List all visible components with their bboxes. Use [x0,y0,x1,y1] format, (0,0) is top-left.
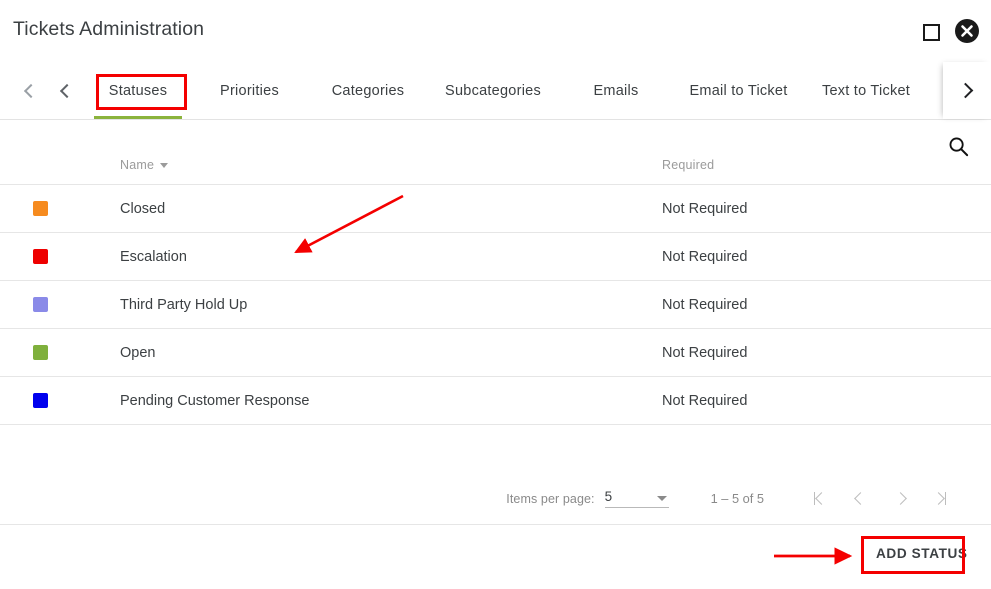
close-circle-glyph [955,19,979,43]
window-title-bar: Tickets Administration [0,0,991,62]
tab-text-to-ticket[interactable]: Text to Ticket [804,62,928,119]
items-per-page-label: Items per page: [506,491,595,506]
row-right-gutter [939,281,991,328]
tab-priorities[interactable]: Priorities [190,62,309,119]
cell-required: Not Required [662,296,748,313]
status-color-swatch [33,344,48,360]
column-header-required-label: Required [662,158,715,172]
chevron-left-icon [815,492,829,505]
cell-required: Not Required [662,392,748,409]
table-row[interactable]: Third Party Hold Up Not Required [0,280,991,328]
page-title: Tickets Administration [13,18,205,40]
tab-statuses[interactable]: Statuses [86,62,190,119]
table-body: Closed Not Required Escalation Not Requi… [0,184,991,425]
column-header-name[interactable]: Name [120,158,169,172]
last-page-icon [931,492,947,505]
table-row-content: Third Party Hold Up Not Required [0,281,939,328]
restore-window-glyph [922,23,940,41]
add-status-button[interactable]: ADD STATUS [866,537,978,569]
chevron-left-icon [853,492,867,505]
page-range-label: 1 – 5 of 5 [710,491,764,506]
tab-subcategories[interactable]: Subcategories [427,62,559,119]
chevron-right-icon [931,492,945,505]
tab-scroll-back-button[interactable] [48,62,82,119]
footer-actions: ADD STATUS [0,525,991,589]
tab-label: Categories [331,82,405,99]
paginator-controls: Items per page: 5 1 – 5 of 5 [506,472,960,525]
status-color-swatch [33,200,48,216]
cell-name: Pending Customer Response [120,392,310,409]
tab-label: Text to Ticket [821,82,911,99]
table-header-row: Name Required [0,120,991,184]
sort-descending-icon [160,162,169,168]
table-row-content: Open Not Required [0,329,939,376]
chevron-left-icon [59,83,74,98]
cell-name: Open [120,344,156,361]
cell-name: Escalation [120,248,187,265]
next-page-button[interactable] [880,479,920,519]
row-right-gutter [939,377,991,424]
tab-label: Subcategories [445,82,541,99]
tab-email-to-ticket[interactable]: Email to Ticket [673,62,804,119]
cell-required: Not Required [662,344,748,361]
cell-required: Not Required [662,248,748,265]
cell-required: Not Required [662,200,748,217]
tab-emails[interactable]: Emails [559,62,673,119]
table-row[interactable]: Open Not Required [0,328,991,376]
table-row[interactable]: Escalation Not Required [0,232,991,280]
status-color-swatch [33,248,48,264]
last-page-button[interactable] [920,479,960,519]
row-right-gutter [939,329,991,376]
table-row-content: Escalation Not Required [0,233,939,280]
cell-name: Closed [120,200,166,217]
paginator: Items per page: 5 1 – 5 of 5 [0,472,991,525]
tickets-administration-window: Tickets Administration Statuses Prioriti… [0,0,991,589]
column-header-name-label: Name [120,158,155,172]
chevron-right-icon [957,82,974,99]
status-color-swatch [33,296,48,312]
table-row[interactable]: Pending Customer Response Not Required [0,376,991,424]
tab-categories[interactable]: Categories [309,62,427,119]
tab-label: Emails [593,82,639,99]
statuses-table: Name Required Closed Not Required Escala [0,120,991,425]
close-circle-icon[interactable] [954,18,980,44]
first-page-icon [813,492,829,505]
tab-bar: Statuses Priorities Categories Subcatego… [0,62,991,120]
tab-scroll-forward-button[interactable] [943,62,991,119]
cell-name: Third Party Hold Up [120,296,248,313]
chevron-right-icon [893,492,907,505]
first-page-button[interactable] [800,479,840,519]
row-right-gutter [939,233,991,280]
items-per-page-value: 5 [604,489,613,504]
status-color-swatch [33,392,48,408]
row-right-gutter [939,185,991,232]
table-row-content: Pending Customer Response Not Required [0,377,939,424]
tab-label: Priorities [220,82,279,99]
tab-label: Statuses [108,82,168,99]
table-row[interactable]: Closed Not Required [0,184,991,232]
chevron-left-icon [23,83,38,98]
items-per-page-select[interactable]: 5 [604,489,669,508]
tab-list: Statuses Priorities Categories Subcatego… [86,62,928,119]
tab-scroll-back-first-button[interactable] [12,62,46,119]
previous-page-button[interactable] [840,479,880,519]
tab-label: Email to Ticket [689,82,788,99]
chevron-down-icon [656,496,667,501]
table-row-content: Closed Not Required [0,185,939,232]
column-header-required: Required [662,158,714,172]
restore-window-icon[interactable] [918,19,944,45]
